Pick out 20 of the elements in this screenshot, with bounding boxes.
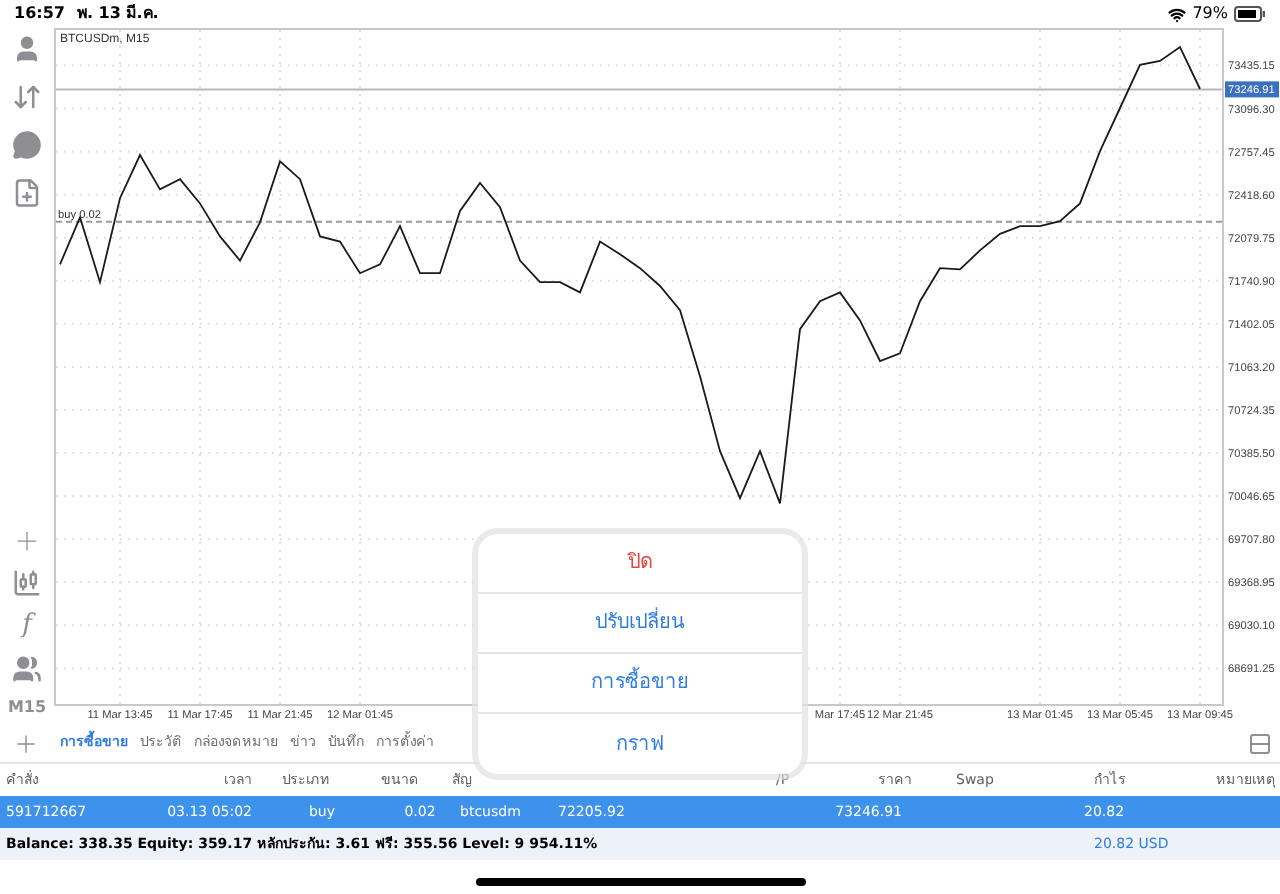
menu-item[interactable]: ปิด <box>478 534 802 594</box>
battery-icon <box>1234 6 1266 22</box>
battery-percent: 79% <box>1192 2 1228 26</box>
timeframe-button[interactable]: M15 <box>7 696 47 720</box>
menu-item[interactable]: กราฟ <box>478 714 802 774</box>
indicator-button[interactable]: f <box>22 610 32 642</box>
new-order-icon[interactable] <box>12 178 42 208</box>
chat-icon[interactable] <box>12 130 42 160</box>
crosshair-icon[interactable] <box>12 526 42 556</box>
candlestick-icon[interactable] <box>12 568 42 598</box>
menu-item[interactable]: การซื้อขาย <box>478 654 802 714</box>
arrows-icon[interactable] <box>12 82 42 112</box>
date: พ. 13 มี.ค. <box>76 2 159 26</box>
add-icon[interactable] <box>12 729 40 757</box>
wifi-icon <box>1168 5 1187 23</box>
account-icon[interactable] <box>12 34 42 64</box>
users-icon[interactable] <box>12 654 42 684</box>
menu-item[interactable]: ปรับเปลี่ยน <box>478 594 802 654</box>
clock: 16:57 <box>14 2 65 26</box>
layout-icon[interactable] <box>1248 731 1272 755</box>
